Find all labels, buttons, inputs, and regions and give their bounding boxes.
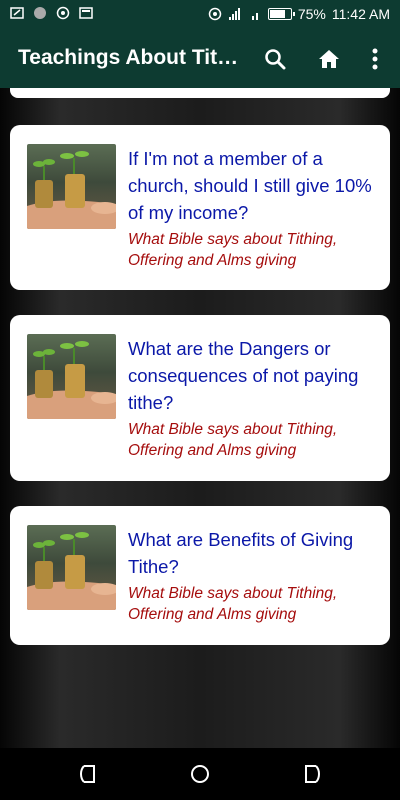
thumbnail [27,144,116,229]
card-title: What are Benefits of Giving Tithe? [128,529,354,577]
home-icon [319,50,339,68]
coins-plant-image [27,341,116,419]
hotspot-icon [208,7,222,21]
list-item[interactable]: What are Benefits of Giving Tithe? What … [10,506,390,645]
home-button[interactable] [314,44,344,74]
signal-icon [228,8,240,20]
card-title: What are the Dangers or consequences of … [128,338,359,413]
app-bar: Teachings About Tithing [0,30,400,88]
back-icon[interactable] [299,762,323,786]
list-item[interactable]: What are the Dangers or consequences of … [10,315,390,481]
screenshot-icon [10,7,24,19]
navigation-bar [0,748,400,800]
more-button[interactable] [360,44,390,74]
dnd-icon [34,7,46,19]
thumbnail [27,525,116,610]
home-nav-icon[interactable] [188,762,212,786]
list-item[interactable]: If I'm not a member of a church, should … [10,125,390,290]
card-subtitle: What Bible says about Tithing, Offering … [128,421,338,459]
app-title: Teachings About Tithing [18,46,243,69]
more-vert-icon [372,48,378,70]
battery-icon [267,8,295,20]
status-bar: 75% 11:42 AM [0,0,400,30]
previous-card[interactable] [10,88,390,98]
search-button[interactable] [260,44,290,74]
coins-plant-image [27,151,116,229]
content-list[interactable]: If I'm not a member of a church, should … [0,88,400,748]
thumbnail [27,334,116,419]
news-icon [79,7,93,19]
card-subtitle: What Bible says about Tithing, Offering … [128,585,338,623]
search-icon [265,49,286,70]
system-icons: 75% 11:42 AM [208,6,390,22]
recent-apps-icon[interactable] [77,762,101,786]
clock: 11:42 AM [331,6,390,22]
battery-percent: 75% [297,6,326,22]
card-title: If I'm not a member of a church, should … [128,148,372,223]
coins-plant-image [27,532,116,610]
notification-icons [10,6,93,20]
sync-icon [56,6,70,20]
card-subtitle: What Bible says about Tithing, Offering … [128,231,338,269]
signal-2-icon [251,13,258,20]
